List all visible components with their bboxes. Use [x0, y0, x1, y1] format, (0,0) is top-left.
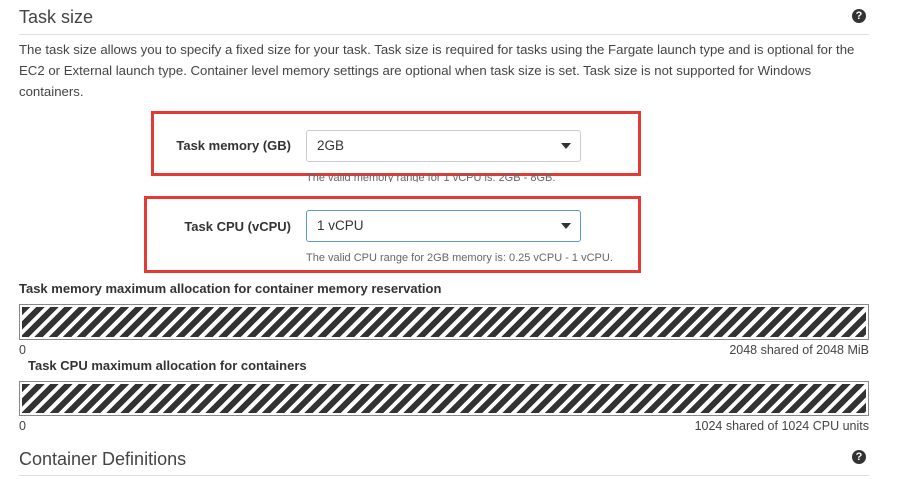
section-divider: [19, 475, 869, 476]
task-size-description: The task size allows you to specify a fi…: [19, 42, 855, 99]
task-cpu-hint: The valid CPU range for 2GB memory is: 0…: [306, 252, 613, 264]
task-memory-selected-value: 2GB: [317, 138, 345, 153]
chevron-down-icon: [561, 143, 571, 149]
task-memory-hint: The valid memory range for 1 vCPU is: 2G…: [306, 172, 556, 182]
task-cpu-select[interactable]: 1 vCPU: [306, 210, 581, 242]
cpu-allocation-summary: 1024 shared of 1024 CPU units: [694, 419, 869, 433]
cpu-allocation-label: Task CPU maximum allocation for containe…: [28, 358, 307, 373]
memory-allocation-fill: [22, 307, 866, 337]
task-cpu-label: Task CPU (vCPU): [184, 219, 291, 234]
memory-allocation-summary: 2048 shared of 2048 MiB: [729, 343, 869, 357]
question-circle-icon[interactable]: ?: [852, 450, 866, 464]
section-title-container-definitions: Container Definitions: [19, 449, 187, 469]
chevron-down-icon: [561, 223, 571, 229]
memory-allocation-min: 0: [19, 343, 26, 357]
section-divider: [19, 34, 869, 35]
task-memory-select[interactable]: 2GB: [306, 130, 581, 162]
cpu-allocation-min: 0: [19, 419, 26, 433]
memory-allocation-bar: [19, 304, 869, 340]
cpu-allocation-fill: [22, 384, 866, 413]
cpu-allocation-bar: [19, 381, 869, 416]
task-cpu-selected-value: 1 vCPU: [317, 218, 364, 233]
section-title-task-size: Task size: [19, 7, 94, 27]
question-circle-icon[interactable]: ?: [852, 9, 866, 23]
memory-allocation-label: Task memory maximum allocation for conta…: [19, 281, 442, 296]
task-memory-label: Task memory (GB): [176, 138, 291, 153]
